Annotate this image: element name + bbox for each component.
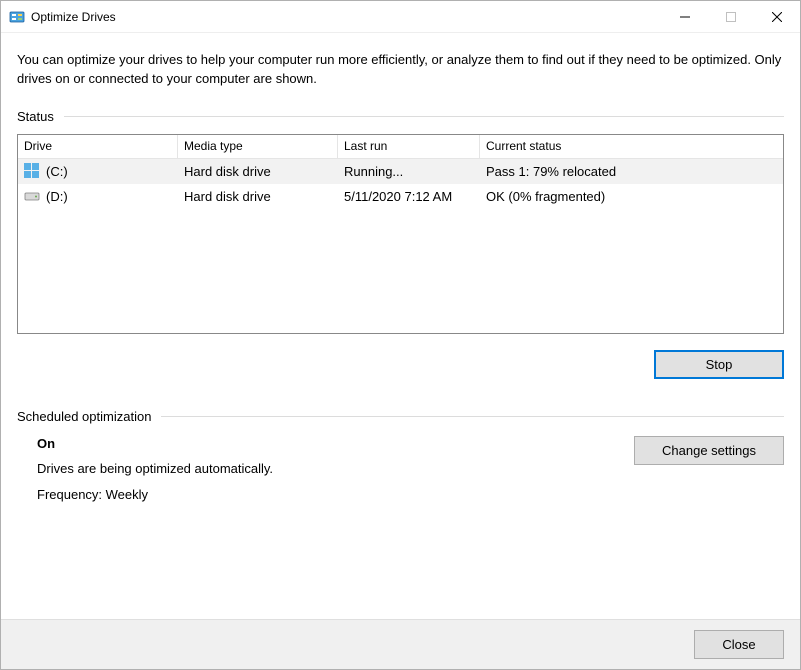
- drive-name: (C:): [46, 164, 68, 179]
- description-text: You can optimize your drives to help you…: [17, 51, 784, 89]
- titlebar: Optimize Drives: [1, 1, 800, 33]
- media-type-cell: Hard disk drive: [178, 159, 338, 184]
- change-settings-button[interactable]: Change settings: [634, 436, 784, 465]
- table-row[interactable]: (D:) Hard disk drive 5/11/2020 7:12 AM O…: [18, 184, 783, 209]
- schedule-label: Scheduled optimization: [17, 409, 151, 424]
- maximize-button: [708, 1, 754, 33]
- divider: [161, 416, 784, 417]
- status-button-row: Stop: [17, 350, 784, 379]
- close-window-button[interactable]: [754, 1, 800, 33]
- table-row[interactable]: (C:) Hard disk drive Running... Pass 1: …: [18, 159, 783, 184]
- status-group-label: Status: [17, 109, 784, 124]
- table-header: Drive Media type Last run Current status: [18, 135, 783, 159]
- last-run-cell: Running...: [338, 159, 480, 184]
- drive-icon: [24, 188, 40, 204]
- close-button[interactable]: Close: [694, 630, 784, 659]
- media-type-cell: Hard disk drive: [178, 184, 338, 209]
- footer: Close: [1, 619, 800, 669]
- schedule-on-label: On: [37, 436, 594, 453]
- drives-table: Drive Media type Last run Current status: [17, 134, 784, 334]
- drive-name: (D:): [46, 189, 68, 204]
- stop-button[interactable]: Stop: [654, 350, 784, 379]
- table-body: (C:) Hard disk drive Running... Pass 1: …: [18, 159, 783, 333]
- window-title: Optimize Drives: [31, 10, 116, 24]
- content-area: You can optimize your drives to help you…: [1, 33, 800, 619]
- schedule-auto-text: Drives are being optimized automatically…: [37, 461, 594, 478]
- column-media-type[interactable]: Media type: [178, 135, 338, 158]
- column-drive[interactable]: Drive: [18, 135, 178, 158]
- last-run-cell: 5/11/2020 7:12 AM: [338, 184, 480, 209]
- schedule-group-label: Scheduled optimization: [17, 409, 784, 424]
- minimize-button[interactable]: [662, 1, 708, 33]
- system-drive-icon: [24, 163, 40, 179]
- column-last-run[interactable]: Last run: [338, 135, 480, 158]
- current-status-cell: Pass 1: 79% relocated: [480, 159, 783, 184]
- divider: [64, 116, 784, 117]
- current-status-cell: OK (0% fragmented): [480, 184, 783, 209]
- schedule-block: On Drives are being optimized automatica…: [17, 434, 784, 505]
- app-icon: [9, 9, 25, 25]
- schedule-frequency-text: Frequency: Weekly: [37, 487, 594, 504]
- column-current-status[interactable]: Current status: [480, 135, 783, 158]
- status-label: Status: [17, 109, 54, 124]
